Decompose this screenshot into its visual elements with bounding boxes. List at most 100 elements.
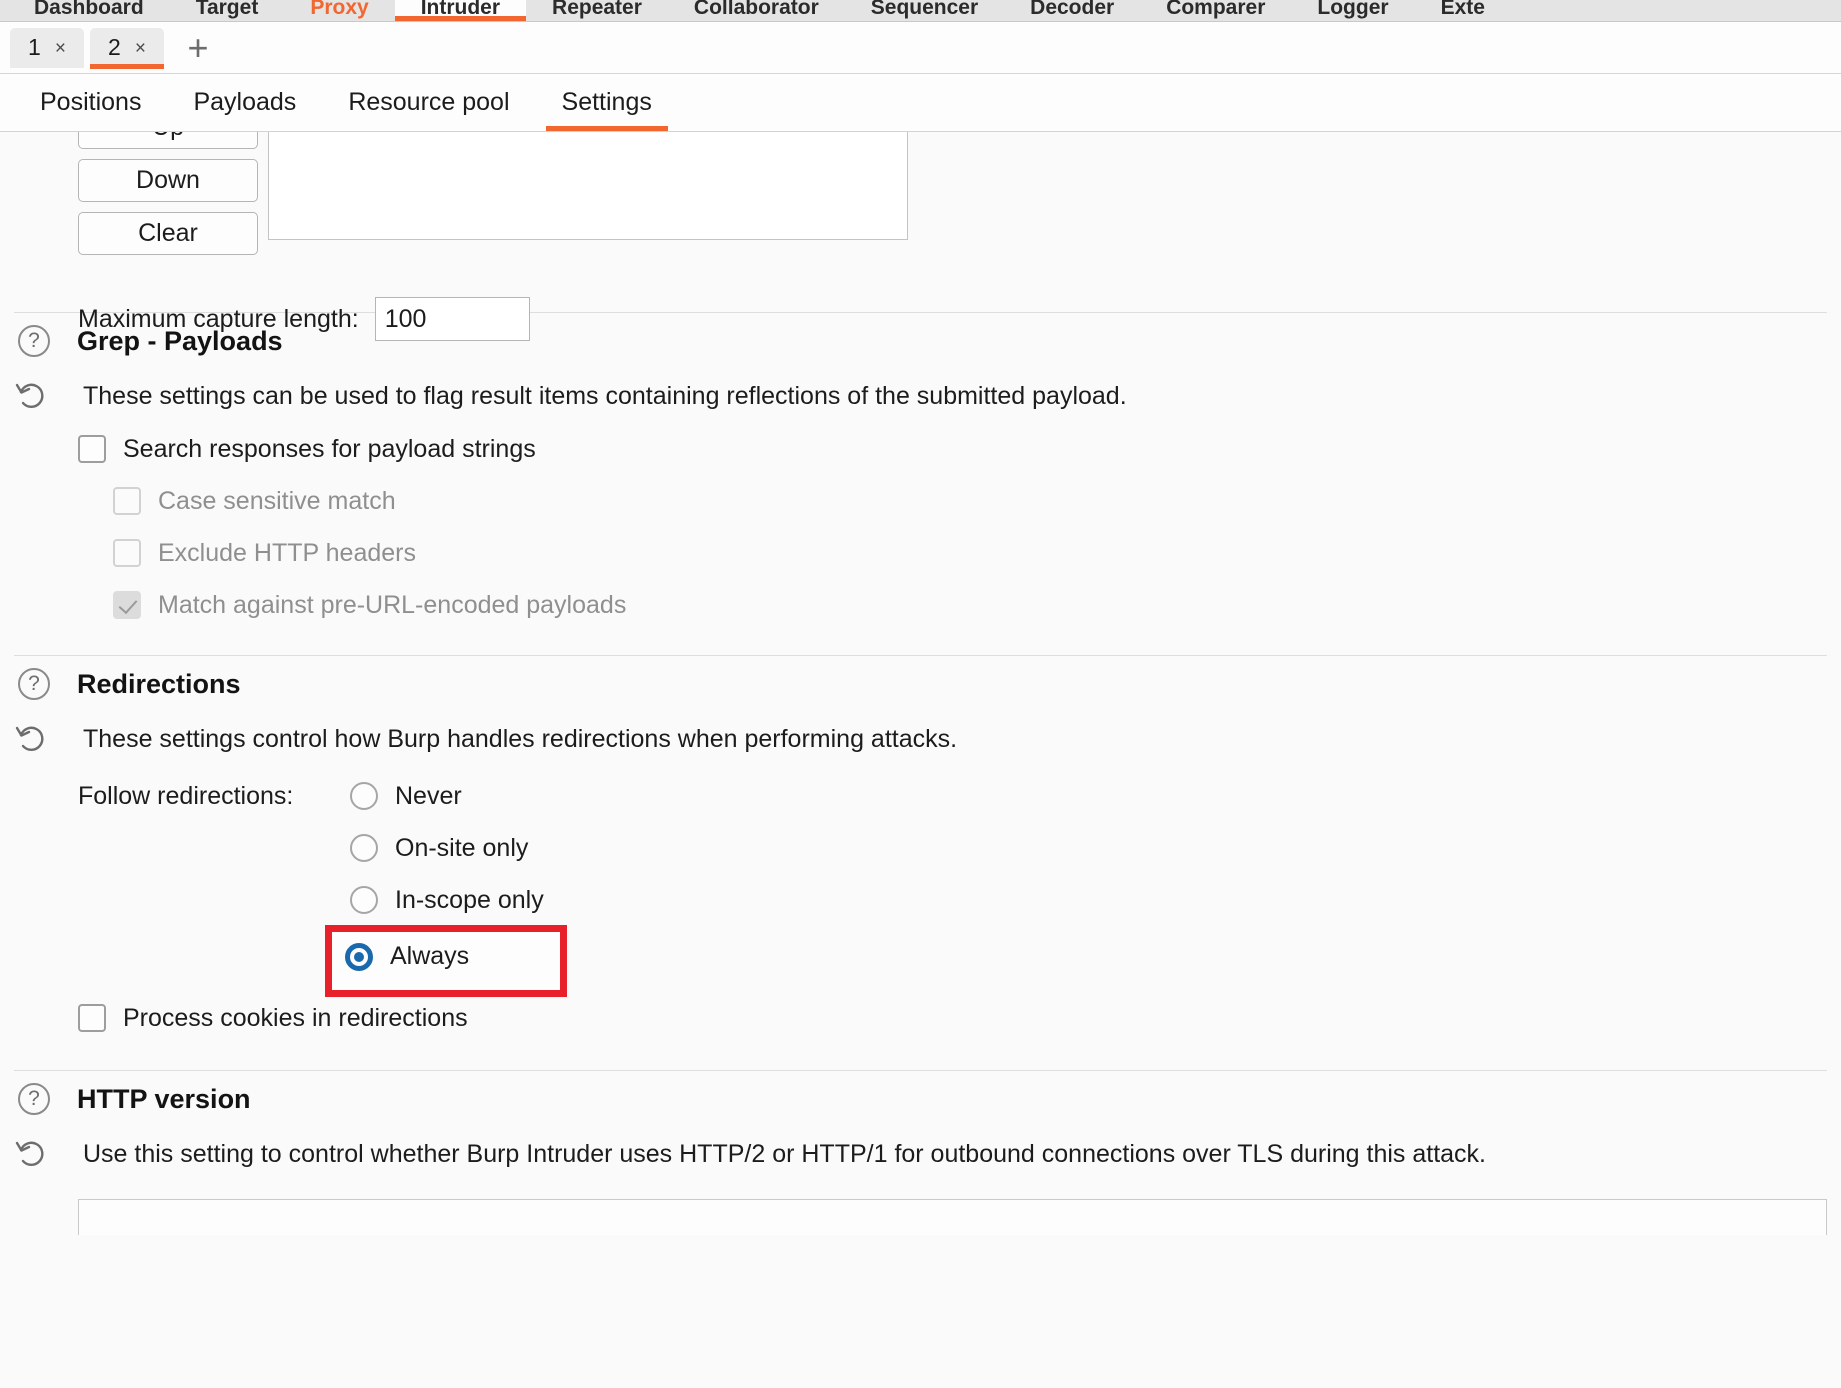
section-tab-label: Payloads — [193, 88, 297, 116]
reset-icon[interactable] — [14, 721, 50, 757]
radio-always[interactable] — [345, 942, 373, 971]
radio-in-scope-only[interactable] — [350, 886, 378, 914]
reset-icon[interactable] — [14, 378, 50, 414]
help-icon[interactable]: ? — [18, 668, 50, 700]
add-tab-plus-icon[interactable]: + — [176, 26, 220, 70]
redirections-description-row: These settings control how Burp handles … — [0, 712, 1841, 766]
section-tab-label: Resource pool — [348, 88, 510, 116]
clear-button[interactable]: Clear — [78, 212, 258, 255]
option-process-cookies-in-redirections[interactable]: Process cookies in redirections — [78, 992, 1841, 1044]
tab-settings[interactable]: Settings — [536, 74, 678, 131]
main-tab-label: Target — [195, 0, 259, 19]
section-http-version: ? HTTP version Use this setting to contr… — [0, 1071, 1841, 1235]
main-tab-intruder[interactable]: Intruder — [394, 0, 527, 21]
main-tab-repeater[interactable]: Repeater — [526, 0, 668, 21]
radio-never[interactable] — [350, 782, 378, 810]
radio-on-site-only[interactable] — [350, 834, 378, 862]
main-tab-label: Collaborator — [693, 0, 819, 19]
follow-redirections-group: Follow redirections: Never On-site only … — [0, 766, 1841, 997]
main-tab-bar: Dashboard Target Proxy Intruder Repeater… — [0, 0, 1841, 22]
option-exclude-http-headers[interactable]: Exclude HTTP headers — [78, 527, 1841, 579]
attack-tab-1[interactable]: 1 × — [10, 27, 84, 68]
main-tab-label: Dashboard — [34, 0, 144, 19]
grep-extract-panel: Up Down Clear Maximum capture length: — [0, 132, 1841, 341]
http-version-title: HTTP version — [77, 1083, 251, 1114]
attack-tab-label: 2 — [108, 34, 121, 60]
main-tab-dashboard[interactable]: Dashboard — [8, 0, 170, 21]
main-tab-extensions[interactable]: Exte — [1415, 0, 1511, 21]
radio-row-in-scope-only[interactable]: In-scope only — [78, 874, 1841, 926]
option-label: Case sensitive match — [158, 486, 396, 515]
main-tab-collaborator[interactable]: Collaborator — [668, 0, 845, 21]
main-tab-label: Exte — [1440, 0, 1485, 19]
help-icon[interactable]: ? — [18, 1083, 50, 1115]
option-match-against-pre-url-encoded-payloads[interactable]: Match against pre-URL-encoded payloads — [78, 579, 1841, 631]
radio-label: Never — [395, 781, 462, 810]
section-tab-label: Settings — [561, 88, 652, 116]
up-button[interactable]: Up — [78, 132, 258, 149]
section-tab-label: Positions — [40, 88, 142, 116]
option-search-responses-for-payload-strings[interactable]: Search responses for payload strings — [78, 423, 1841, 475]
main-tab-target[interactable]: Target — [170, 0, 285, 21]
checkbox[interactable] — [113, 539, 141, 567]
http-version-header: ? HTTP version — [0, 1071, 1841, 1127]
settings-content: Up Down Clear Maximum capture length: ? … — [0, 132, 1841, 1388]
option-label: Match against pre-URL-encoded payloads — [158, 590, 627, 619]
help-icon[interactable]: ? — [18, 325, 50, 357]
down-button[interactable]: Down — [78, 159, 258, 202]
checkbox[interactable] — [113, 591, 141, 619]
main-tab-label: Repeater — [552, 0, 642, 19]
grep-extract-button-column: Up Down Clear — [78, 132, 258, 255]
main-tab-label: Decoder — [1030, 0, 1115, 19]
radio-row-never[interactable]: Follow redirections: Never — [78, 770, 1841, 822]
option-case-sensitive-match[interactable]: Case sensitive match — [78, 475, 1841, 527]
redirections-header: ? Redirections — [0, 656, 1841, 712]
radio-row-on-site-only[interactable]: On-site only — [78, 822, 1841, 874]
http-version-panel[interactable] — [78, 1199, 1827, 1235]
grep-payloads-description: These settings can be used to flag resul… — [83, 381, 1127, 410]
attack-tab-bar: 1 × 2 × + — [0, 22, 1841, 74]
main-tab-label: Intruder — [420, 0, 501, 19]
option-label: Exclude HTTP headers — [158, 538, 416, 567]
section-grep-payloads: ? Grep - Payloads These settings can be … — [0, 313, 1841, 631]
grep-payloads-options: Search responses for payload strings Cas… — [0, 423, 1841, 631]
redirections-title: Redirections — [77, 668, 241, 699]
radio-row-always-content[interactable]: Always — [345, 942, 469, 971]
redirections-description: These settings control how Burp handles … — [83, 724, 958, 753]
main-tab-label: Comparer — [1166, 0, 1266, 19]
grep-payloads-header: ? Grep - Payloads — [0, 313, 1841, 369]
grep-extract-list[interactable] — [268, 132, 908, 240]
main-tab-sequencer[interactable]: Sequencer — [845, 0, 1004, 21]
option-label: Search responses for payload strings — [123, 434, 536, 463]
radio-label: In-scope only — [395, 885, 544, 914]
checkbox[interactable] — [113, 487, 141, 515]
close-icon[interactable]: × — [135, 39, 146, 58]
checkbox[interactable] — [78, 1004, 106, 1032]
radio-label: Always — [390, 942, 470, 970]
follow-redirections-label: Follow redirections: — [78, 781, 294, 810]
main-tab-label: Logger — [1317, 0, 1389, 19]
main-tab-decoder[interactable]: Decoder — [1004, 0, 1140, 21]
main-tab-logger[interactable]: Logger — [1291, 0, 1414, 21]
attack-tab-label: 1 — [28, 34, 41, 60]
radio-row-always[interactable] — [78, 926, 1841, 986]
attack-tab-2[interactable]: 2 × — [90, 27, 164, 69]
checkbox[interactable] — [78, 435, 106, 463]
option-label: Process cookies in redirections — [123, 1003, 468, 1032]
main-tab-label: Proxy — [310, 0, 369, 19]
http-version-description-row: Use this setting to control whether Burp… — [0, 1127, 1841, 1181]
close-icon[interactable]: × — [55, 39, 66, 58]
main-tab-label: Sequencer — [870, 0, 979, 19]
tab-payloads[interactable]: Payloads — [167, 74, 322, 131]
section-redirections: ? Redirections These settings control ho… — [0, 656, 1841, 1044]
tab-resource-pool[interactable]: Resource pool — [322, 74, 535, 131]
tab-positions[interactable]: Positions — [14, 74, 167, 131]
main-tab-proxy[interactable]: Proxy — [284, 0, 394, 21]
grep-payloads-description-row: These settings can be used to flag resul… — [0, 369, 1841, 423]
http-version-description: Use this setting to control whether Burp… — [83, 1139, 1487, 1168]
grep-payloads-title: Grep - Payloads — [77, 325, 283, 356]
main-tab-comparer[interactable]: Comparer — [1140, 0, 1291, 21]
section-tab-bar: Positions Payloads Resource pool Setting… — [0, 74, 1841, 132]
reset-icon[interactable] — [14, 1136, 50, 1172]
redirections-options: Process cookies in redirections — [0, 986, 1841, 1044]
